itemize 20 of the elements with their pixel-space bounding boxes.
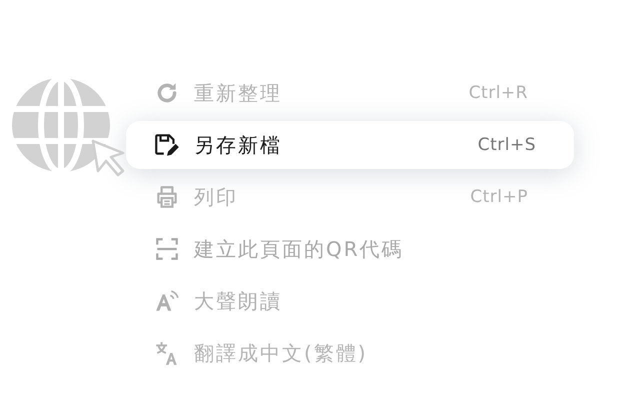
- menu-item-label: 列印: [194, 184, 239, 210]
- menu-item[interactable]: 另存新檔 Ctrl+S: [126, 121, 574, 169]
- scan-frame-icon: [154, 236, 180, 262]
- shortcut-text: Ctrl+R: [468, 83, 528, 103]
- menu-item[interactable]: 大聲朗讀: [126, 277, 574, 325]
- menu-item-label: 翻譯成中文(繁體): [194, 340, 369, 366]
- menu-item[interactable]: 列印 Ctrl+P: [126, 173, 574, 221]
- menu-item-label: 另存新檔: [194, 132, 283, 158]
- shortcut-text: Ctrl+S: [478, 135, 536, 155]
- menu-item-label: 建立此頁面的QR代碼: [194, 236, 405, 262]
- read-aloud-icon: [154, 288, 180, 314]
- menu-item-label: 大聲朗讀: [194, 288, 283, 314]
- menu-item[interactable]: 重新整理 Ctrl+R: [126, 69, 574, 117]
- menu-item[interactable]: 建立此頁面的QR代碼: [126, 225, 574, 273]
- printer-icon: [154, 184, 180, 210]
- globe-icon: [12, 78, 110, 172]
- menu-item[interactable]: 翻譯成中文(繁體): [126, 329, 574, 377]
- menu-item-label: 重新整理: [194, 80, 283, 106]
- save-edit-icon: [153, 132, 181, 158]
- shortcut-text: Ctrl+P: [470, 187, 528, 207]
